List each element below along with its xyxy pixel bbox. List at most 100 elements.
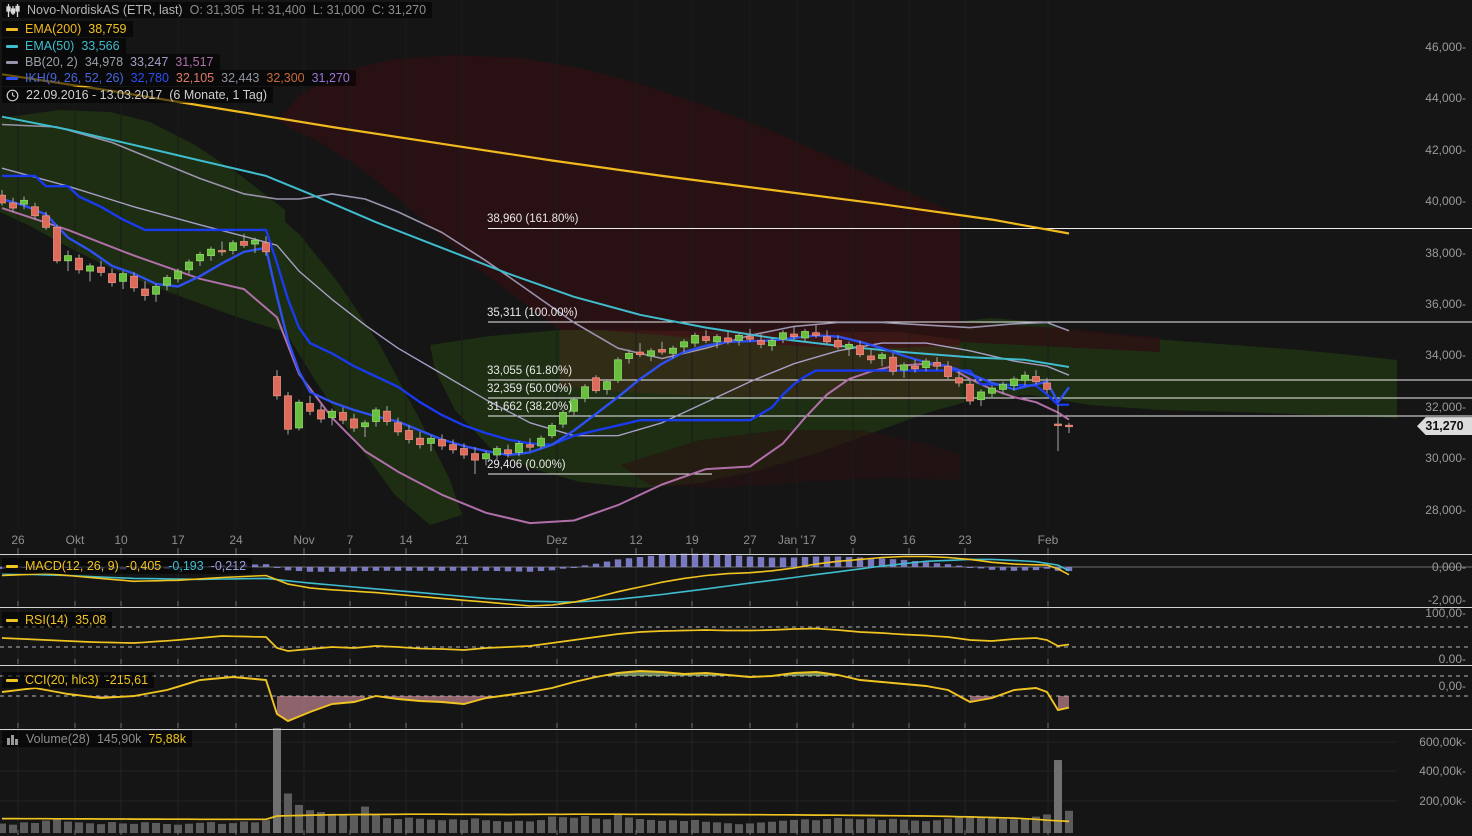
macd-axis-label[interactable]: -2,000- (1394, 593, 1466, 607)
time-axis-label[interactable]: 19 (664, 533, 720, 547)
candle (32, 207, 39, 216)
candle (934, 362, 941, 366)
candle (637, 352, 644, 355)
volume-bar (988, 818, 996, 833)
volume-bar (9, 825, 17, 833)
legend-cci[interactable]: CCI(20, hlc3) -215,61 (2, 672, 154, 688)
candle (263, 243, 270, 252)
candle (384, 411, 391, 421)
time-axis-label[interactable]: 12 (608, 533, 664, 547)
volume-bar (713, 822, 721, 833)
volume-bar (1043, 814, 1051, 833)
candle (824, 337, 831, 342)
time-axis-label[interactable]: 23 (937, 533, 993, 547)
bb-label: BB(20, 2) (25, 55, 78, 69)
date-range: 22.09.2016 - 13.03.2017 (26, 88, 162, 102)
high-value: H: 31,400 (252, 3, 306, 17)
price-axis-label[interactable]: 46,000- (1394, 40, 1466, 54)
candle (846, 344, 853, 348)
macd-axis-label[interactable]: 0,000- (1394, 560, 1466, 574)
volume-bar (328, 814, 336, 833)
candle (439, 440, 446, 446)
candle (560, 413, 567, 425)
volume-bar (724, 823, 732, 833)
time-axis-label[interactable]: Feb (1020, 533, 1076, 547)
candle (901, 365, 908, 370)
candle (307, 404, 314, 412)
candle (164, 277, 171, 285)
volume-bar (823, 819, 831, 833)
fibonacci-level-label: 32,359 (50.00%) (487, 383, 572, 395)
candle (1066, 425, 1073, 426)
price-axis-label[interactable]: 38,000- (1394, 246, 1466, 260)
candle (670, 348, 677, 353)
candle (98, 267, 105, 272)
candle (868, 356, 875, 360)
cci-axis-label[interactable]: 0,00- (1394, 679, 1466, 693)
time-axis-label[interactable]: Dez (529, 533, 585, 547)
legend-volume[interactable]: Volume(28) 145,90k 75,88k (2, 731, 192, 747)
legend-ichimoku[interactable]: IKH(9, 26, 52, 26) 32,780 32,105 32,443 … (2, 70, 356, 86)
time-axis-label[interactable]: 7 (322, 533, 378, 547)
candle (538, 438, 545, 446)
candle (747, 337, 754, 340)
time-axis-label[interactable]: 21 (434, 533, 490, 547)
time-axis-label[interactable]: 9 (825, 533, 881, 547)
volume-axis-label[interactable]: 600,00k- (1394, 735, 1466, 749)
instrument-header[interactable]: Novo-NordiskAS (ETR, last) O: 31,305 H: … (2, 2, 432, 18)
volume-bar (592, 819, 600, 833)
price-axis-label[interactable]: 40,000- (1394, 194, 1466, 208)
price-axis-label[interactable]: 32,000- (1394, 400, 1466, 414)
volume-bar (834, 818, 842, 833)
chart-canvas[interactable] (0, 0, 1472, 836)
volume-bar (141, 822, 149, 833)
time-axis-label[interactable]: Jan '17 (769, 533, 825, 547)
time-axis-label[interactable]: 16 (881, 533, 937, 547)
trading-chart-app: Novo-NordiskAS (ETR, last) O: 31,305 H: … (0, 0, 1472, 836)
rsi-value: 35,08 (75, 613, 106, 627)
price-axis-label[interactable]: 44,000- (1394, 91, 1466, 105)
date-range-row[interactable]: 22.09.2016 - 13.03.2017 (6 Monate, 1 Tag… (2, 87, 273, 103)
volume-bar (680, 821, 688, 833)
volume-axis-label[interactable]: 400,00k- (1394, 764, 1466, 778)
candle (76, 258, 83, 270)
time-axis-label[interactable]: 24 (208, 533, 264, 547)
volume-bar (1021, 818, 1029, 833)
time-axis-label[interactable]: 26 (0, 533, 46, 547)
candle (153, 286, 160, 294)
time-axis-label[interactable]: 17 (150, 533, 206, 547)
candle (483, 454, 490, 459)
legend-macd[interactable]: MACD(12, 26, 9) -0,405 -0,193 -0,212 (2, 558, 252, 574)
rsi-axis-label[interactable]: 100,00- (1394, 606, 1466, 620)
candle (208, 249, 215, 255)
volume-bar (339, 815, 347, 833)
price-axis-label[interactable]: 30,000- (1394, 451, 1466, 465)
volume-bar (955, 817, 963, 833)
candle (362, 423, 369, 427)
time-axis-label[interactable]: 14 (378, 533, 434, 547)
volume-bar (735, 824, 743, 833)
volume-bar (53, 818, 61, 833)
candle (593, 378, 600, 391)
candle (1011, 379, 1018, 385)
price-axis-label[interactable]: 42,000- (1394, 143, 1466, 157)
volume-axis-label[interactable]: 200,00k- (1394, 794, 1466, 808)
legend-ema200[interactable]: EMA(200) 38,759 (2, 21, 133, 37)
volume-bar (20, 822, 28, 833)
bb-mid-value: 33,247 (130, 55, 168, 69)
volume-bar (548, 817, 556, 833)
legend-rsi[interactable]: RSI(14) 35,08 (2, 612, 112, 628)
legend-ema50[interactable]: EMA(50) 33,566 (2, 38, 126, 54)
time-axis-label[interactable]: 10 (93, 533, 149, 547)
legend-bollinger[interactable]: BB(20, 2) 34,978 33,247 31,517 (2, 54, 220, 70)
volume-bar (944, 819, 952, 833)
price-axis-label[interactable]: 36,000- (1394, 297, 1466, 311)
rsi-axis-label[interactable]: 0.00- (1394, 652, 1466, 666)
candle (516, 443, 523, 452)
candle (989, 388, 996, 393)
price-axis-label[interactable]: 28,000- (1394, 503, 1466, 517)
volume-bar (394, 819, 402, 833)
volume-current-value: 145,90k (97, 732, 141, 746)
price-axis-label[interactable]: 34,000- (1394, 348, 1466, 362)
volume-bar (922, 821, 930, 833)
